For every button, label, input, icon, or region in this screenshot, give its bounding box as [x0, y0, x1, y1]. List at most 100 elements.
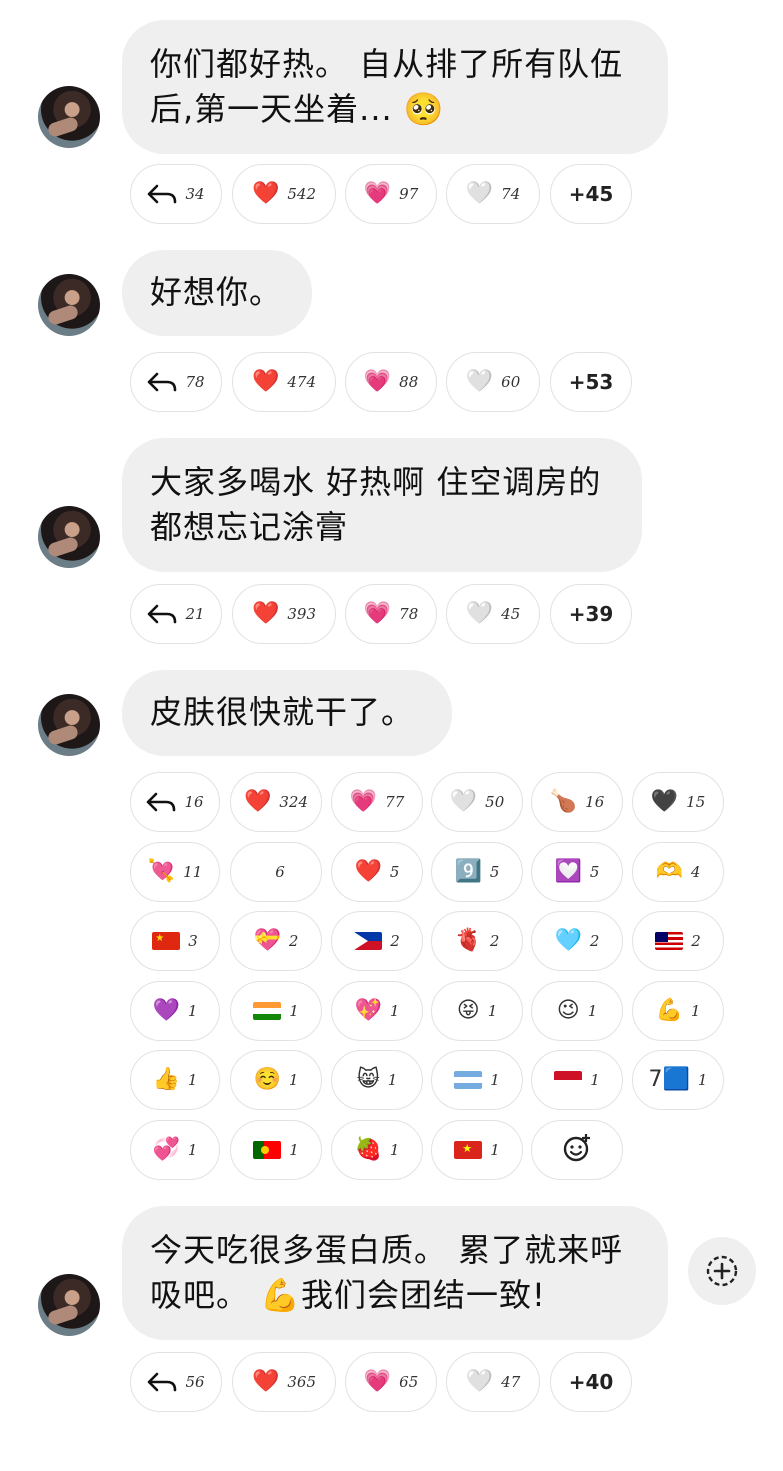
reaction-chip[interactable]: 🤍 60: [446, 352, 540, 412]
reaction-chip[interactable]: ☺️ 1: [230, 1050, 322, 1110]
reaction-count: 16: [585, 793, 605, 811]
reaction-count: 11: [183, 862, 203, 881]
reaction-chip[interactable]: 1: [431, 1119, 523, 1180]
reaction-chip[interactable]: 🫀 2: [431, 911, 523, 971]
flag-ar-icon: [454, 1071, 483, 1089]
reaction-chip[interactable]: 💟 5: [531, 841, 623, 902]
reaction-emoji: 😉: [556, 997, 580, 1023]
reaction-emoji: 💪: [655, 997, 683, 1023]
reply-button[interactable]: 34: [130, 164, 222, 224]
reaction-chip[interactable]: ❤️ 393: [232, 584, 336, 644]
reaction-chip[interactable]: 1: [431, 1050, 523, 1110]
reaction-chip[interactable]: 😉 1: [531, 980, 623, 1041]
reaction-chip[interactable]: 💗 78: [345, 584, 437, 644]
reaction-emoji: 💗: [363, 1369, 392, 1394]
reaction-chip[interactable]: 💗 77: [331, 772, 423, 832]
reaction-chip[interactable]: 😸 1: [331, 1050, 423, 1110]
avatar[interactable]: [38, 274, 100, 336]
reaction-count: 1: [490, 1140, 500, 1159]
reaction-count: 1: [289, 1001, 299, 1020]
reaction-chip[interactable]: 💘 11: [130, 841, 220, 902]
reaction-chip[interactable]: 👍 1: [130, 1050, 220, 1110]
reaction-chip[interactable]: 💗 88: [345, 352, 437, 412]
reaction-chip[interactable]: 🤍 47: [446, 1352, 540, 1412]
reaction-count: 47: [501, 1373, 521, 1391]
reaction-count: 1: [490, 1071, 500, 1089]
reaction-chip[interactable]: 🤍 50: [431, 772, 523, 832]
message-text-line: 吸吧。 💪我们会团结一致!: [150, 1276, 546, 1314]
reaction-chip[interactable]: 2: [331, 911, 423, 971]
reaction-chip[interactable]: ❤️ 474: [232, 352, 336, 412]
reaction-chip[interactable]: 7🟦 1: [632, 1050, 724, 1110]
reaction-count: 1: [389, 1140, 400, 1159]
reaction-chip[interactable]: ❤️ 542: [232, 164, 336, 224]
more-reactions-button[interactable]: +45: [550, 164, 632, 224]
reaction-chip[interactable]: ❤️ 365: [232, 1352, 336, 1412]
reply-button[interactable]: 78: [130, 352, 222, 412]
reaction-chip[interactable]: 💗 65: [345, 1352, 437, 1412]
reaction-count: 56: [185, 1373, 205, 1391]
reply-button[interactable]: 56: [130, 1352, 222, 1412]
avatar[interactable]: [38, 1274, 100, 1336]
reaction-chip[interactable]: 🍗 16: [531, 772, 623, 832]
reaction-emoji: 💗: [349, 789, 378, 814]
more-reactions-button[interactable]: +40: [550, 1352, 632, 1412]
avatar[interactable]: [38, 506, 100, 568]
reaction-chip[interactable]: 💝 2: [230, 911, 322, 971]
avatar[interactable]: [38, 694, 100, 756]
reaction-chip[interactable]: 1: [230, 1119, 322, 1180]
reaction-emoji: ❤️: [251, 601, 280, 626]
reaction-emoji: 💗: [363, 369, 392, 394]
message-bubble[interactable]: 皮肤很快就干了。: [122, 670, 452, 756]
reaction-emoji: ❤️: [243, 789, 272, 814]
reaction-chip[interactable]: 🍓 1: [331, 1119, 423, 1180]
reaction-chip[interactable]: ❤️ 5: [331, 841, 423, 902]
reaction-chip[interactable]: 6: [230, 841, 322, 902]
avatar[interactable]: [38, 86, 100, 148]
thread-add-button[interactable]: [688, 1237, 756, 1305]
more-reactions-button[interactable]: +39: [550, 584, 632, 644]
reaction-chip[interactable]: 9️⃣ 5: [431, 841, 523, 902]
reaction-count: 1: [587, 1001, 598, 1020]
reaction-chip[interactable]: 🤍 45: [446, 584, 540, 644]
more-reactions-button[interactable]: +53: [550, 352, 632, 412]
more-reactions-count: +53: [568, 370, 614, 394]
message-text-line: 皮肤很快就干了。: [150, 693, 415, 731]
reaction-chip[interactable]: 1: [230, 980, 322, 1041]
flag-in-icon: [253, 1001, 282, 1020]
reaction-chip[interactable]: 💖 1: [331, 980, 423, 1041]
reply-button[interactable]: 16: [130, 772, 220, 832]
message-bubble[interactable]: 好想你。: [122, 250, 312, 336]
reaction-chip[interactable]: 💪 1: [632, 980, 724, 1041]
add-reaction-icon: [561, 1132, 593, 1168]
reaction-count: 1: [187, 1140, 198, 1159]
reaction-count: 474: [287, 373, 317, 391]
reaction-chip[interactable]: 🫶 4: [632, 841, 724, 902]
reaction-chip[interactable]: 🖤 15: [632, 772, 724, 832]
reaction-count: 65: [399, 1373, 419, 1391]
message-bubble[interactable]: 你们都好热。 自从排了所有队伍 后,第一天坐着... 🥺: [122, 20, 668, 154]
reaction-count: 1: [590, 1071, 600, 1089]
reaction-chip[interactable]: ❤️ 324: [230, 772, 322, 832]
message-bubble[interactable]: 大家多喝水 好热啊 住空调房的 都想忘记涂膏: [122, 438, 642, 572]
reaction-count: 97: [399, 185, 419, 203]
reaction-chip[interactable]: 💜 1: [130, 980, 220, 1041]
reaction-chip[interactable]: 3: [130, 911, 220, 971]
reaction-chip[interactable]: 😝 1: [431, 980, 523, 1041]
reaction-chip[interactable]: 💗 97: [345, 164, 437, 224]
reaction-chip[interactable]: 2: [632, 911, 724, 971]
reaction-count: 78: [185, 373, 205, 391]
reaction-chip[interactable]: 🩵 2: [531, 911, 623, 971]
flag-my-icon: [655, 932, 684, 950]
reaction-count: 6: [275, 862, 285, 881]
reply-button[interactable]: 21: [130, 584, 222, 644]
reaction-chip[interactable]: 1: [531, 1050, 623, 1110]
message-bubble[interactable]: 今天吃很多蛋白质。 累了就来呼 吸吧。 💪我们会团结一致!: [122, 1206, 668, 1340]
reaction-emoji: 😸: [356, 1067, 380, 1092]
reaction-chip[interactable]: 🤍 74: [446, 164, 540, 224]
reaction-chip[interactable]: 💞 1: [130, 1119, 220, 1180]
more-reactions-count: +40: [568, 1370, 614, 1394]
reaction-count: 1: [487, 1001, 498, 1020]
reaction-emoji: ❤️: [251, 181, 280, 206]
add-reaction-button[interactable]: [531, 1119, 623, 1180]
